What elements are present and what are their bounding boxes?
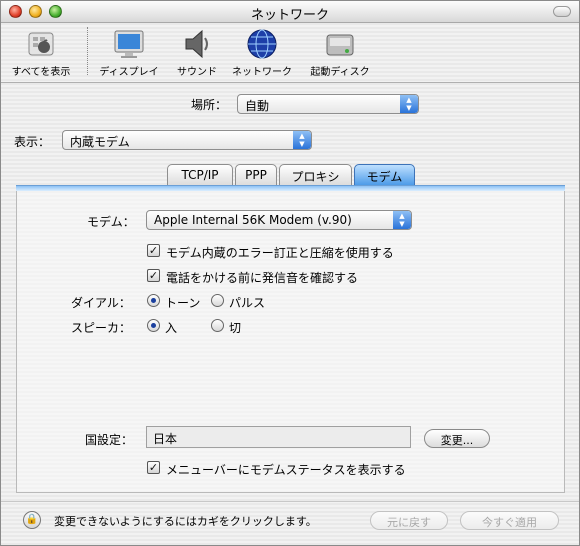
popup-arrows-icon: ▲ ▼ <box>293 131 311 149</box>
dialing-pulse-radio[interactable] <box>211 294 224 307</box>
popup-arrows-icon: ▲ ▼ <box>400 95 418 113</box>
toolbar-label: ディスプレイ <box>99 67 159 78</box>
dial-tone-checkbox[interactable]: ✓ <box>147 269 160 282</box>
popup-arrows-icon: ▲ ▼ <box>393 211 411 229</box>
tab-tcpip[interactable]: TCP/IP <box>167 164 233 186</box>
display-icon <box>112 27 146 61</box>
show-value: 内蔵モデム <box>70 135 130 149</box>
speaker-label: スピーカ： <box>71 321 132 335</box>
menubar-status-checkbox[interactable]: ✓ <box>147 461 160 474</box>
network-icon <box>245 27 279 61</box>
country-value: 日本 <box>153 432 178 446</box>
tab-label: モデム <box>366 170 403 184</box>
startup-disk-icon <box>323 27 357 61</box>
show-popup[interactable]: 内蔵モデム ▲ ▼ <box>62 130 312 150</box>
dialing-tone-label: トーン <box>165 296 201 310</box>
toolbar-label: サウンド <box>177 67 217 78</box>
dialing-tone-radio[interactable] <box>147 294 160 307</box>
toolbar-toggle-button[interactable] <box>553 6 571 17</box>
tab-label: PPP <box>245 168 267 182</box>
tab-proxies[interactable]: プロキシ <box>279 164 352 186</box>
modem-popup[interactable]: Apple Internal 56K Modem (v.90) ▲ ▼ <box>146 210 412 230</box>
change-button-label: 変更... <box>440 434 474 447</box>
show-all-icon <box>24 27 58 61</box>
show-label: 表示： <box>14 135 51 149</box>
country-label: 国設定： <box>85 433 134 447</box>
tab-label: プロキシ <box>291 170 340 184</box>
modem-value: Apple Internal 56K Modem (v.90) <box>154 213 352 227</box>
revert-button-label: 元に戻す <box>387 516 431 529</box>
error-correction-checkbox[interactable]: ✓ <box>147 244 160 257</box>
toolbar-item-sound[interactable]: サウンド <box>169 27 225 78</box>
location-value: 自動 <box>245 99 270 113</box>
dialing-label: ダイアル： <box>71 296 131 310</box>
toolbar-item-show-all[interactable]: すべてを表示 <box>5 27 77 78</box>
speaker-off-radio[interactable] <box>211 319 224 332</box>
menubar-status-label: メニューバーにモデムステータスを表示する <box>166 463 406 477</box>
footer-divider <box>1 501 579 502</box>
window-title: ネットワーク <box>250 8 329 23</box>
country-change-button[interactable]: 変更... <box>424 429 490 448</box>
toolbar-label: 起動ディスク <box>310 67 370 78</box>
network-preferences-window: ネットワーク すべてを表示 ディスプレイ サウンド ネットワーク 起動ディスク … <box>0 0 580 546</box>
toolbar-label: すべてを表示 <box>11 67 71 78</box>
speaker-off-label: 切 <box>229 321 242 335</box>
title-bar: ネットワーク <box>1 1 579 23</box>
lock-text: 変更できないようにするにはカギをクリックします。 <box>54 515 317 528</box>
error-correction-label: モデム内蔵のエラー訂正と圧縮を使用する <box>166 246 394 260</box>
dial-tone-label: 電話をかける前に発信音を確認する <box>166 271 359 285</box>
tab-label: TCP/IP <box>181 168 219 182</box>
sound-icon <box>180 27 214 61</box>
speaker-on-radio[interactable] <box>147 319 160 332</box>
tab-ppp[interactable]: PPP <box>235 164 277 186</box>
tab-modem[interactable]: モデム <box>354 164 415 186</box>
toolbar-label: ネットワーク <box>232 67 292 78</box>
toolbar-separator <box>87 27 88 75</box>
toolbar-item-network[interactable]: ネットワーク <box>227 27 297 78</box>
lock-icon[interactable]: 🔒 <box>23 511 41 529</box>
toolbar-item-startup-disk[interactable]: 起動ディスク <box>303 27 377 78</box>
location-label: 場所： <box>191 98 228 112</box>
apply-button-label: 今すぐ適用 <box>482 516 537 529</box>
revert-button[interactable]: 元に戻す <box>370 511 448 530</box>
modem-label: モデム： <box>87 215 135 229</box>
country-field: 日本 <box>146 426 411 448</box>
dialing-pulse-label: パルス <box>229 296 266 310</box>
toolbar-item-display[interactable]: ディスプレイ <box>95 27 163 78</box>
speaker-on-label: 入 <box>165 321 178 335</box>
toolbar: すべてを表示 ディスプレイ サウンド ネットワーク 起動ディスク <box>1 23 579 83</box>
apply-now-button[interactable]: 今すぐ適用 <box>460 511 559 530</box>
location-popup[interactable]: 自動 ▲ ▼ <box>237 94 419 114</box>
